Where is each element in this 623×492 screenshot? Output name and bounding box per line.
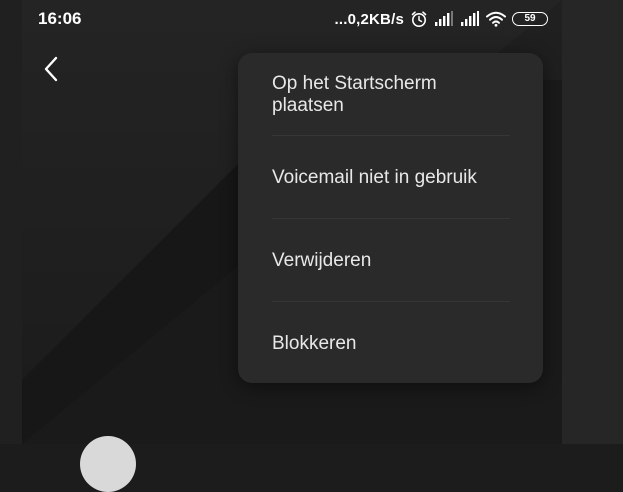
- menu-item-block[interactable]: Blokkeren: [272, 302, 510, 385]
- right-edge-panel: [562, 0, 623, 444]
- status-icons: ...0,2KB/s 59: [334, 8, 548, 30]
- status-time: 16:06: [38, 9, 82, 28]
- menu-item-label: Voicemail niet in gebruik: [272, 166, 477, 188]
- battery-level: 59: [524, 13, 536, 24]
- menu-item-delete[interactable]: Verwijderen: [272, 219, 510, 302]
- left-edge-panel: [0, 0, 22, 444]
- menu-item-add-to-home[interactable]: Op het Startscherm plaatsen: [272, 53, 510, 136]
- signal-icon: [460, 11, 480, 27]
- status-bar: 16:06 ...0,2KB/s 59: [0, 0, 623, 38]
- menu-item-label: Verwijderen: [272, 249, 372, 271]
- signal-icon: [434, 11, 454, 27]
- chevron-left-icon: [44, 56, 58, 82]
- network-speed: ...0,2KB/s: [334, 10, 404, 28]
- menu-item-label: Blokkeren: [272, 332, 357, 354]
- back-button[interactable]: [38, 52, 68, 86]
- avatar: [80, 436, 136, 492]
- menu-item-voicemail[interactable]: Voicemail niet in gebruik: [272, 136, 510, 219]
- battery-icon: 59: [512, 12, 548, 26]
- wifi-icon: [486, 11, 506, 27]
- overflow-menu: Op het Startscherm plaatsen Voicemail ni…: [238, 53, 543, 383]
- menu-item-label: Op het Startscherm plaatsen: [272, 72, 437, 116]
- alarm-icon: [410, 10, 428, 28]
